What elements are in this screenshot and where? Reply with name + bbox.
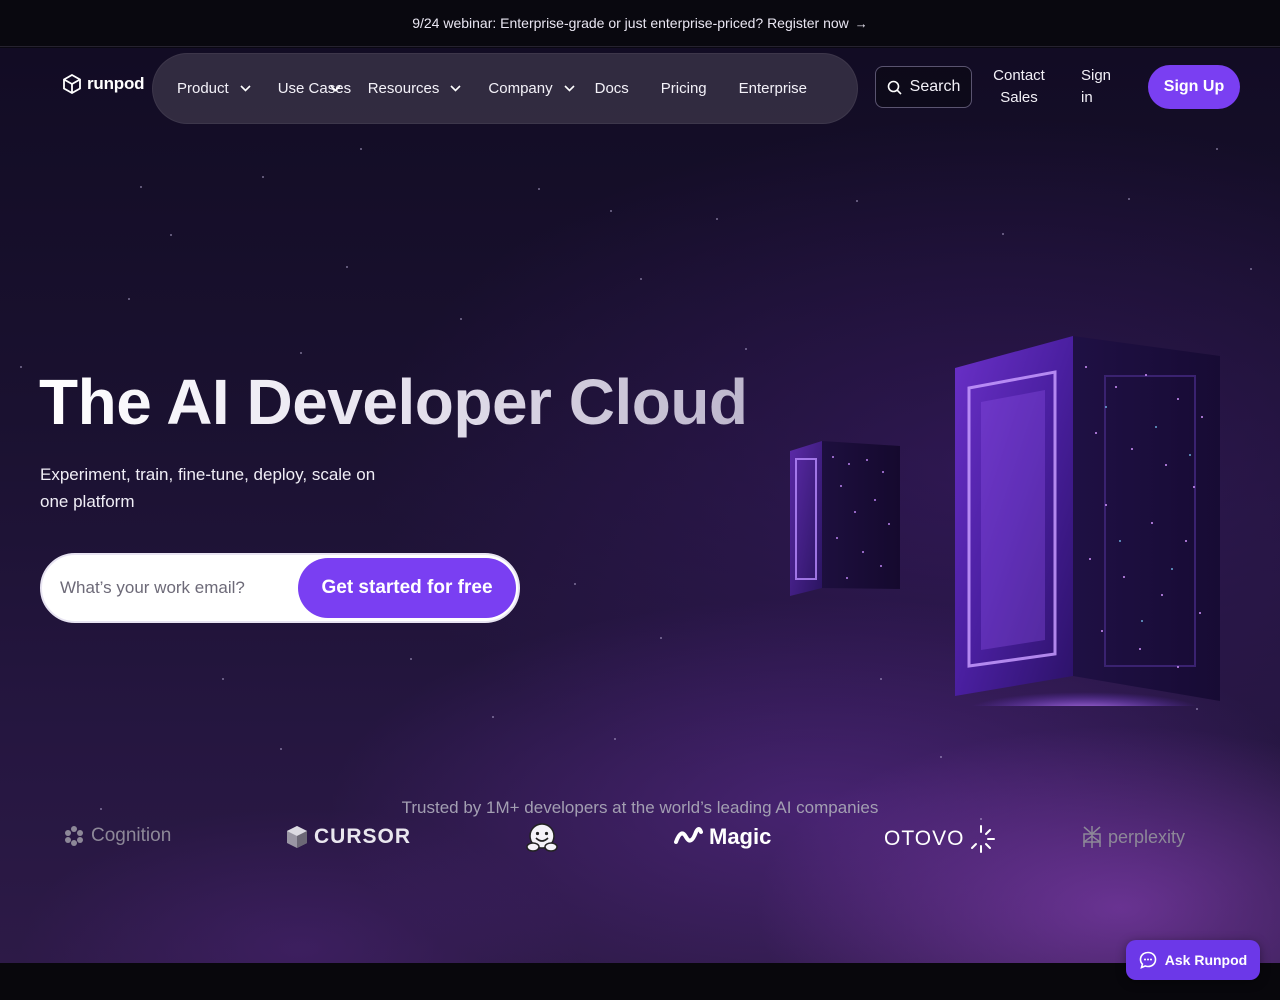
otovo-logo: OTOVO — [884, 824, 996, 854]
chevron-down-icon — [564, 85, 575, 92]
nav-use-cases-label: Use Cases — [277, 79, 352, 97]
nav-docs-label: Docs — [594, 79, 629, 97]
search-button[interactable]: Search — [875, 66, 972, 108]
magic-wave-icon — [674, 827, 703, 844]
contact-sales-link[interactable]: Contact Sales — [988, 65, 1050, 109]
otovo-sun-icon — [971, 825, 996, 853]
search-label: Search — [909, 78, 961, 95]
nav-use-cases[interactable]: Use Cases — [277, 78, 352, 100]
cognition-logo: Cognition — [63, 825, 171, 847]
cursor-logo: CURSOR — [286, 825, 411, 849]
otovo-wordmark: OTOVO — [884, 827, 965, 850]
magic-logo: Magic — [673, 824, 771, 850]
magic-wordmark: Magic — [709, 824, 772, 849]
nav-enterprise-label: Enterprise — [738, 79, 808, 97]
arrow-right-icon: → — [854, 15, 868, 31]
ask-runpod-label: Ask Runpod — [1164, 952, 1248, 968]
announcement-bar[interactable]: 9/24 webinar: Enterprise-grade or just e… — [0, 0, 1280, 47]
perplexity-mark-icon — [1083, 826, 1101, 848]
runpod-logo[interactable]: runpod — [63, 74, 145, 94]
cursor-cube-icon — [287, 826, 307, 848]
chevron-down-icon — [330, 85, 341, 92]
nav-resources[interactable]: Resources — [368, 78, 462, 100]
customer-logos: Cognition CURSOR Magic OTOVO perplexity — [0, 818, 1280, 858]
runpod-wordmark: runpod — [87, 74, 145, 93]
hugging-face-logo — [525, 821, 565, 855]
hero-subtitle: Experiment, train, fine-tune, deploy, sc… — [40, 465, 376, 511]
search-icon — [887, 80, 902, 95]
hugging-face-icon — [526, 823, 558, 852]
nav-enterprise[interactable]: Enterprise — [739, 78, 807, 100]
chevron-down-icon — [450, 85, 461, 92]
nav-company[interactable]: Company — [488, 78, 575, 100]
nav-product-label: Product — [177, 79, 229, 97]
work-email-input[interactable] — [60, 578, 300, 598]
nav-resources-label: Resources — [367, 79, 440, 97]
runpod-cube-icon — [63, 74, 81, 94]
sign-up-button[interactable]: Sign Up — [1148, 65, 1240, 109]
cognition-mark-icon — [65, 826, 83, 846]
nav-product[interactable]: Product — [177, 78, 251, 100]
server-illustration-large — [955, 336, 1220, 706]
nav-pricing[interactable]: Pricing — [661, 78, 707, 100]
nav-docs[interactable]: Docs — [595, 78, 629, 100]
nav-company-label: Company — [488, 79, 553, 97]
perplexity-logo: perplexity — [1082, 825, 1185, 849]
nav-pricing-label: Pricing — [660, 79, 707, 97]
get-started-button[interactable]: Get started for free — [298, 558, 516, 618]
cursor-wordmark: CURSOR — [314, 825, 412, 848]
perplexity-wordmark: perplexity — [1108, 826, 1186, 847]
chat-bubble-icon — [1139, 951, 1157, 969]
email-signup-form: Get started for free — [40, 553, 520, 623]
ask-runpod-chat-button[interactable]: Ask Runpod — [1126, 940, 1260, 980]
sign-in-link[interactable]: Sign in — [1081, 65, 1117, 109]
announcement-text[interactable]: 9/24 webinar: Enterprise-grade or just e… — [412, 15, 849, 31]
hero-title: The AI Developer Cloud — [39, 366, 748, 438]
chevron-down-icon — [240, 85, 251, 92]
page-bottom-band — [0, 963, 1280, 1000]
main-nav: Product Use Cases Resources Company Docs… — [152, 53, 858, 124]
cognition-wordmark: Cognition — [91, 825, 172, 846]
server-illustration-small — [790, 441, 900, 596]
trusted-by-text: Trusted by 1M+ developers at the world’s… — [401, 798, 879, 817]
